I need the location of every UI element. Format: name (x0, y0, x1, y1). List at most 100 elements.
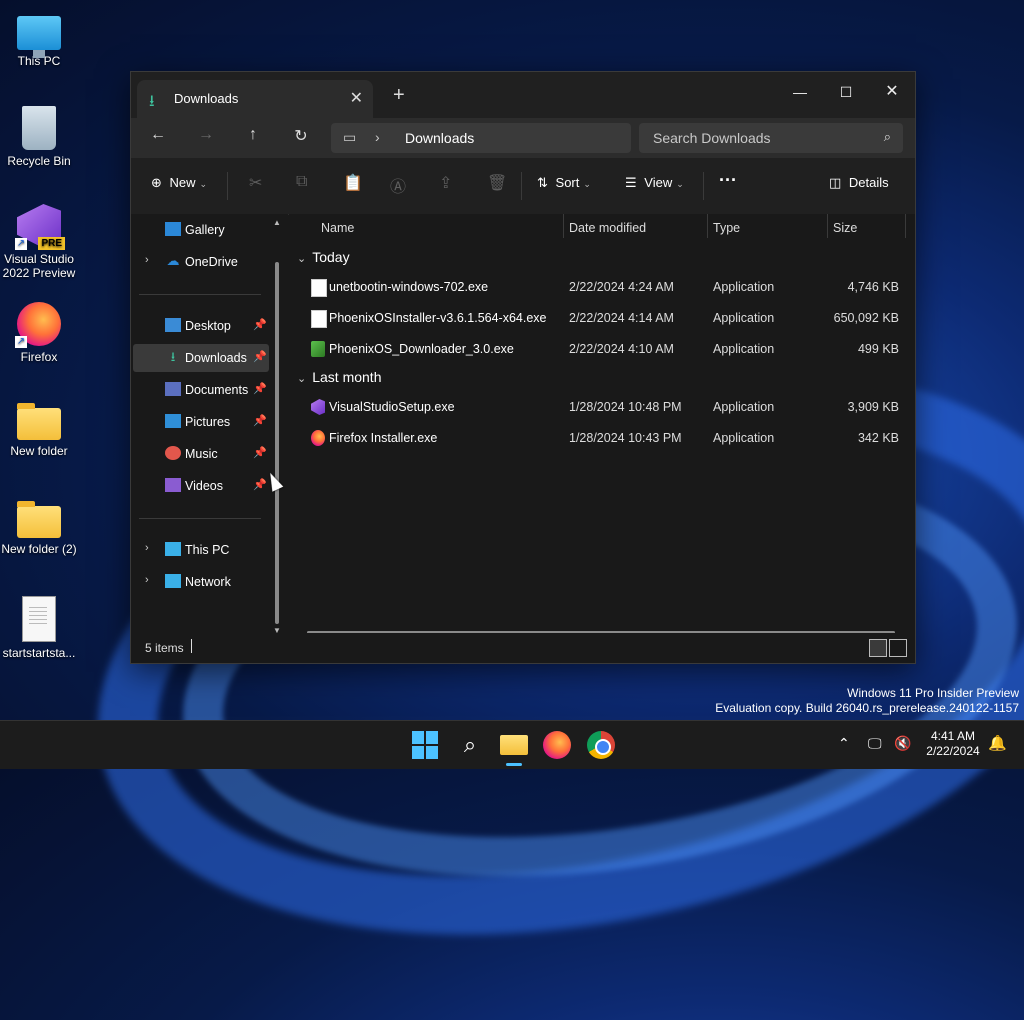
network-icon[interactable]: 🖵 (868, 735, 882, 752)
desktop-icon-label: Firefox (20, 350, 58, 364)
rename-icon[interactable]: Ⓐ (390, 173, 406, 197)
column-header-size[interactable]: Size (833, 221, 857, 235)
chrome-icon[interactable] (587, 731, 615, 759)
desktop-icon-new-folder-2[interactable]: New folder (2) (0, 498, 78, 556)
sidebar-item-gallery[interactable]: Gallery (133, 216, 269, 244)
paste-icon[interactable]: 📋 (343, 173, 363, 193)
sidebar-item-documents[interactable]: Documents 📌 (133, 376, 269, 404)
details-view-icon[interactable] (869, 639, 887, 657)
pin-icon[interactable]: 📌 (253, 414, 267, 427)
search-input[interactable]: Search Downloads (653, 130, 771, 146)
column-divider[interactable] (905, 214, 906, 238)
column-header-name[interactable]: Name (321, 221, 354, 235)
breadcrumb-downloads[interactable]: Downloads (405, 130, 474, 146)
chevron-down-icon: ⌄ (297, 253, 307, 265)
sidebar-item-music[interactable]: Music 📌 (133, 440, 269, 468)
firefox-icon[interactable] (543, 731, 571, 759)
column-divider[interactable] (827, 214, 828, 238)
desktop-icon-text-file[interactable]: startstartsta... (0, 596, 78, 660)
sidebar-item-this-pc[interactable]: › This PC (133, 536, 269, 564)
download-arrow-icon: ⭳ (170, 349, 176, 364)
phoenix-downloader-icon (311, 341, 325, 357)
pin-icon[interactable]: 📌 (253, 478, 267, 491)
file-date: 2/22/2024 4:24 AM (569, 280, 674, 294)
visual-studio-icon (311, 399, 325, 415)
sidebar-scrollbar[interactable] (275, 262, 279, 624)
desktop-icon-visual-studio[interactable]: PRE ↗ Visual Studio 2022 Preview (0, 204, 78, 280)
pin-icon[interactable]: 📌 (253, 350, 267, 363)
desktop-icon-recycle-bin[interactable]: Recycle Bin (0, 106, 78, 168)
file-type: Application (713, 280, 775, 294)
desktop-icon-label: Recycle Bin (7, 154, 71, 168)
tab-downloads[interactable]: ⭳ Downloads ✕ (137, 80, 373, 118)
sidebar-item-downloads[interactable]: ⭳ Downloads 📌 (133, 344, 269, 372)
sidebar-item-videos[interactable]: Videos 📌 (133, 472, 269, 500)
notification-bell-icon[interactable]: 🔔 (988, 734, 1007, 752)
file-row[interactable]: Firefox Installer.exe 1/28/2024 10:43 PM… (289, 423, 915, 453)
sort-button[interactable]: ⇅ Sort ⌄ (537, 175, 591, 191)
group-header-last-month[interactable]: ⌄ Last month (297, 369, 381, 385)
monitor-icon: ▭ (343, 129, 357, 145)
file-row[interactable]: PhoenixOS_Downloader_3.0.exe 2/22/2024 4… (289, 334, 915, 364)
up-arrow-icon[interactable]: ↑ (240, 126, 266, 144)
chevron-up-icon[interactable]: ⌃ (838, 735, 850, 752)
desktop-icon-firefox[interactable]: ↗ Firefox (0, 302, 78, 364)
new-button[interactable]: ⊕ New ⌄ (151, 175, 207, 191)
volume-muted-icon[interactable]: 🔇 (894, 735, 911, 752)
file-explorer-icon[interactable] (500, 735, 528, 755)
sidebar-item-network[interactable]: › Network (133, 568, 269, 596)
system-clock[interactable]: 4:41 AM 2/22/2024 (920, 729, 986, 759)
chevron-right-icon[interactable]: › (375, 129, 380, 145)
new-tab-button[interactable]: + (393, 84, 405, 107)
chevron-down-icon: ⌄ (297, 373, 307, 385)
cut-icon[interactable]: ✂ (249, 173, 262, 193)
more-options-button[interactable]: ··· (719, 170, 737, 191)
details-button[interactable]: ◫ Details (829, 175, 889, 191)
details-pane-icon: ◫ (829, 175, 842, 190)
column-header-date-modified[interactable]: Date modified (569, 221, 646, 235)
recycle-bin-icon (22, 106, 56, 150)
scroll-up-arrow-icon[interactable]: ▲ (273, 218, 281, 227)
firefox-icon: ↗ (15, 302, 61, 348)
desktop-icon-this-pc[interactable]: This PC (0, 10, 78, 68)
maximize-button[interactable]: ☐ (823, 78, 869, 106)
desktop-icon-new-folder[interactable]: New folder (0, 400, 78, 458)
search-box[interactable]: Search Downloads ⌕ (639, 123, 903, 153)
windows-start-icon[interactable] (412, 731, 440, 759)
group-header-today[interactable]: ⌄ Today (297, 249, 350, 265)
delete-icon[interactable]: 🗑 (487, 173, 507, 193)
file-date: 1/28/2024 10:48 PM (569, 400, 682, 414)
column-divider[interactable] (563, 214, 564, 238)
file-row[interactable]: PhoenixOSInstaller-v3.6.1.564-x64.exe 2/… (289, 303, 915, 333)
sidebar-item-onedrive[interactable]: › ☁ OneDrive (133, 248, 269, 276)
clock-time: 4:41 AM (930, 729, 976, 743)
back-arrow-icon[interactable]: ← (145, 126, 171, 144)
close-tab-icon[interactable]: ✕ (350, 88, 363, 108)
sidebar-item-desktop[interactable]: Desktop 📌 (133, 312, 269, 340)
file-row[interactable]: VisualStudioSetup.exe 1/28/2024 10:48 PM… (289, 392, 915, 422)
sidebar-item-label: Music (185, 447, 218, 461)
column-header-type[interactable]: Type (713, 221, 740, 235)
search-icon[interactable]: ⌕ (456, 731, 484, 759)
file-row[interactable]: unetbootin-windows-702.exe 2/22/2024 4:2… (289, 272, 915, 302)
chevron-right-icon[interactable]: › (145, 574, 149, 586)
pin-icon[interactable]: 📌 (253, 318, 267, 331)
close-window-button[interactable]: ✕ (869, 78, 915, 106)
group-label: Last month (312, 369, 382, 385)
sidebar-item-pictures[interactable]: Pictures 📌 (133, 408, 269, 436)
address-bar[interactable]: ▭ › Downloads (331, 123, 631, 153)
pin-icon[interactable]: 📌 (253, 446, 267, 459)
large-icons-view-icon[interactable] (889, 639, 907, 657)
share-icon[interactable]: ⇪ (439, 173, 452, 193)
chevron-right-icon[interactable]: › (145, 254, 149, 266)
refresh-icon[interactable]: ↻ (288, 126, 314, 146)
sidebar-item-label: Gallery (185, 223, 225, 237)
copy-icon[interactable]: ⧉ (296, 173, 307, 191)
minimize-button[interactable]: — (777, 78, 823, 106)
pin-icon[interactable]: 📌 (253, 382, 267, 395)
forward-arrow-icon[interactable]: → (193, 126, 219, 144)
chevron-right-icon[interactable]: › (145, 542, 149, 554)
file-explorer-window: ⭳ Downloads ✕ + — ☐ ✕ ← → ↑ ↻ ▭ › Downlo… (130, 71, 916, 664)
column-divider[interactable] (707, 214, 708, 238)
view-button[interactable]: ☰ View ⌄ (625, 175, 684, 191)
